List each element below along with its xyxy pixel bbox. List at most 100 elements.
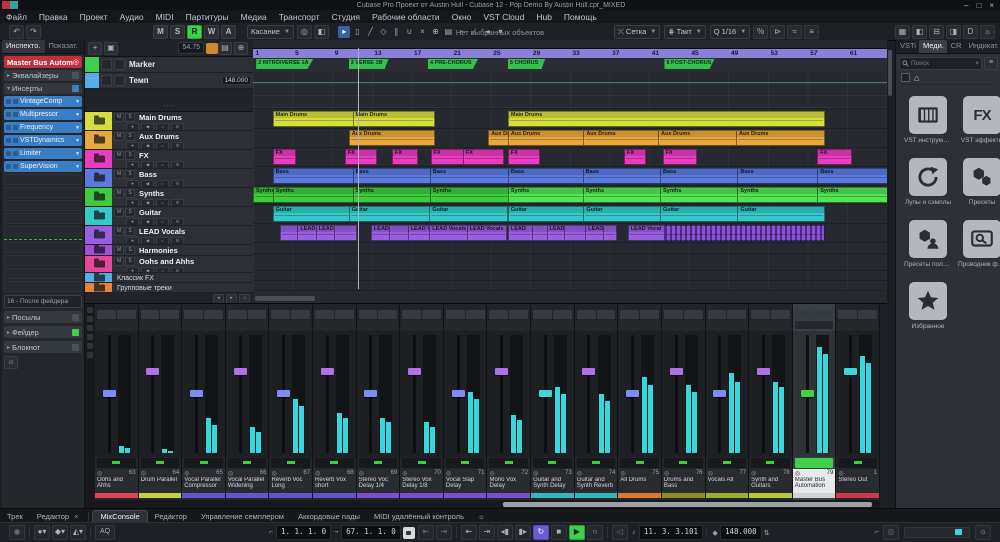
mute-button[interactable]: M	[114, 151, 124, 160]
lower-zone-tab-midi-удалённый-контроль[interactable]: MIDI удалённый контроль	[367, 511, 471, 522]
grid-type-dropdown[interactable]: ⋕Такт▼	[664, 25, 705, 39]
channel-strip-mono-vox-delay[interactable]: ◎72Mono Vox Delay	[487, 304, 531, 509]
lower-zone-tab-управление-семплером[interactable]: Управление семплером	[194, 511, 291, 522]
clip-fx[interactable]: FX	[624, 149, 646, 165]
menu-item-медиа[interactable]: Медиа	[235, 12, 273, 22]
monitor-icon[interactable]: ◀	[141, 199, 154, 207]
fader-handle[interactable]	[539, 390, 552, 397]
empty-insert-slot[interactable]	[4, 174, 82, 185]
monitor-icon[interactable]: ◀	[141, 180, 154, 188]
clip-guitar[interactable]: Guitar	[508, 206, 589, 222]
go-to-start-button[interactable]: ⇤	[461, 525, 477, 540]
record-enable-icon[interactable]: ●	[126, 218, 139, 226]
clip-row-oohs-and-ahhs[interactable]	[253, 254, 887, 271]
solo-button[interactable]	[684, 310, 703, 319]
mute-button[interactable]	[315, 310, 334, 319]
tempo-display[interactable]: 148.000	[720, 525, 762, 540]
insert-slot-vstdynamics[interactable]: VSTDynamics▼	[4, 135, 82, 146]
clip-row-guitar[interactable]: GuitarGuitarGuitarGuitarGuitarGuitarGuit…	[253, 205, 887, 224]
solo-button[interactable]: S	[125, 170, 135, 179]
record-enable-icon[interactable]: ●	[126, 180, 139, 188]
fader-handle[interactable]	[582, 368, 595, 375]
tempo-curve[interactable]	[253, 82, 887, 83]
play-button[interactable]: ▶	[569, 525, 585, 540]
clip-synths[interactable]: Synths	[273, 187, 359, 203]
left-locator-value[interactable]: 1. 1. 1. 0	[276, 525, 331, 540]
clip-synths[interactable]: Synths	[508, 187, 589, 203]
freeze-icon[interactable]: ≋	[171, 218, 184, 226]
cycle-button[interactable]: ↻	[533, 525, 549, 540]
pan-control[interactable]	[708, 458, 747, 468]
lane-icon[interactable]: =	[156, 218, 169, 226]
punch-in-icon[interactable]: ⇤	[418, 525, 434, 540]
record-mode-icon[interactable]: ●▾	[34, 525, 50, 540]
insert-slot-supervision[interactable]: SuperVision▼	[4, 161, 82, 172]
fader-handle[interactable]	[277, 390, 290, 397]
pan-control[interactable]	[489, 458, 528, 468]
channel-strip-stereo-vox-delay-1-8[interactable]: ◎70Stereo Vox Delay 1/8	[400, 304, 444, 509]
solo-button[interactable]: S	[125, 208, 135, 217]
folder-icon[interactable]	[88, 131, 112, 149]
pan-control[interactable]	[577, 458, 616, 468]
tempo-lane[interactable]	[253, 71, 887, 109]
home-icon[interactable]: ⌂	[914, 74, 919, 82]
solo-button[interactable]: S	[125, 227, 135, 236]
clip-guitar[interactable]: Guitar	[429, 206, 507, 222]
automation-suspend-icon[interactable]: ◎	[297, 25, 312, 39]
empty-insert-slot[interactable]	[4, 255, 82, 266]
lane-icon[interactable]: =	[156, 237, 169, 245]
pre-roll-icon[interactable]: ◁	[612, 525, 628, 540]
zoom-tool[interactable]: ⊕	[429, 26, 441, 38]
right-zone-tab-меди[interactable]: Меди.	[919, 40, 947, 53]
channel-nameplate[interactable]: ◎73Guitar and Synth Delay	[531, 469, 574, 498]
pinned-track-marker[interactable]: Marker	[85, 57, 253, 73]
lock-icon[interactable]	[403, 527, 415, 539]
channel-rack-slot[interactable]	[402, 321, 441, 329]
channel-rack-slot[interactable]	[359, 321, 398, 329]
clip-synths[interactable]: Synths	[817, 187, 887, 203]
clip-main-drums[interactable]: Main Drums	[273, 111, 359, 127]
solo-button[interactable]	[771, 310, 790, 319]
maximize-button[interactable]: □	[976, 1, 981, 10]
media-tile-vst-эффекты[interactable]: FXVST эффекты	[958, 96, 1000, 144]
track-row-lead-vocals[interactable]: MSLEAD Vocals●◀=≋	[85, 226, 253, 245]
mixer-left-icon[interactable]	[87, 334, 93, 340]
fader-handle[interactable]	[190, 390, 203, 397]
insert-edit-icon[interactable]	[13, 125, 18, 130]
channel-nameplate[interactable]: ◎72Mono Vox Delay	[487, 469, 530, 498]
menu-item-партитуры[interactable]: Партитуры	[180, 12, 235, 22]
channel-nameplate[interactable]: ◎67Reverb Voc Long	[269, 469, 312, 498]
track-button[interactable]	[114, 75, 125, 86]
media-tile-пресеты-польз-ля[interactable]: Пресеты польз-ля	[904, 220, 952, 268]
right-zone-tab-vsti[interactable]: VSTi	[896, 40, 919, 53]
track-list-filter-icon[interactable]: ▤	[218, 42, 232, 55]
menu-item-midi[interactable]: MIDI	[150, 12, 180, 22]
insert-edit-icon[interactable]	[13, 164, 18, 169]
rewind-button[interactable]: ◂▮	[497, 525, 513, 540]
empty-insert-slot[interactable]	[4, 226, 82, 237]
inspector-settings-gear-icon[interactable]: ☼	[4, 356, 18, 369]
monitor-icon[interactable]: ◀	[141, 142, 154, 150]
freeze-icon[interactable]: ≋	[171, 161, 184, 169]
fader-handle[interactable]	[801, 390, 814, 397]
post-fader-slot[interactable]: 16 - После фейдера	[4, 295, 82, 308]
mute-button[interactable]	[533, 310, 552, 319]
fader-handle[interactable]	[321, 368, 334, 375]
channel-nameplate[interactable]: ◎74Guitar and Synth Reverb	[575, 469, 618, 498]
mute-button[interactable]: M	[114, 246, 124, 255]
activate-project-icon[interactable]: ◉	[9, 525, 25, 540]
playhead-cursor[interactable]	[358, 48, 359, 289]
fader-handle[interactable]	[452, 390, 465, 397]
automation-r-button[interactable]: R	[187, 25, 202, 39]
undo-icon[interactable]: ↶	[9, 25, 24, 39]
clip-lead-vocals[interactable]: LEAD Vocal	[628, 225, 668, 241]
solo-button[interactable]	[640, 310, 659, 319]
clip-synths[interactable]: Synths	[660, 187, 743, 203]
solo-button[interactable]	[509, 310, 528, 319]
channel-rack-slot[interactable]	[315, 321, 354, 329]
empty-insert-slot[interactable]	[4, 281, 82, 292]
clip-row-bass[interactable]: BassBassBassBassBassBassBassBass	[253, 167, 887, 186]
track-row-групповые-треки[interactable]: Групповые треки	[85, 283, 253, 293]
mute-button[interactable]: M	[114, 208, 124, 217]
solo-button[interactable]	[553, 310, 572, 319]
